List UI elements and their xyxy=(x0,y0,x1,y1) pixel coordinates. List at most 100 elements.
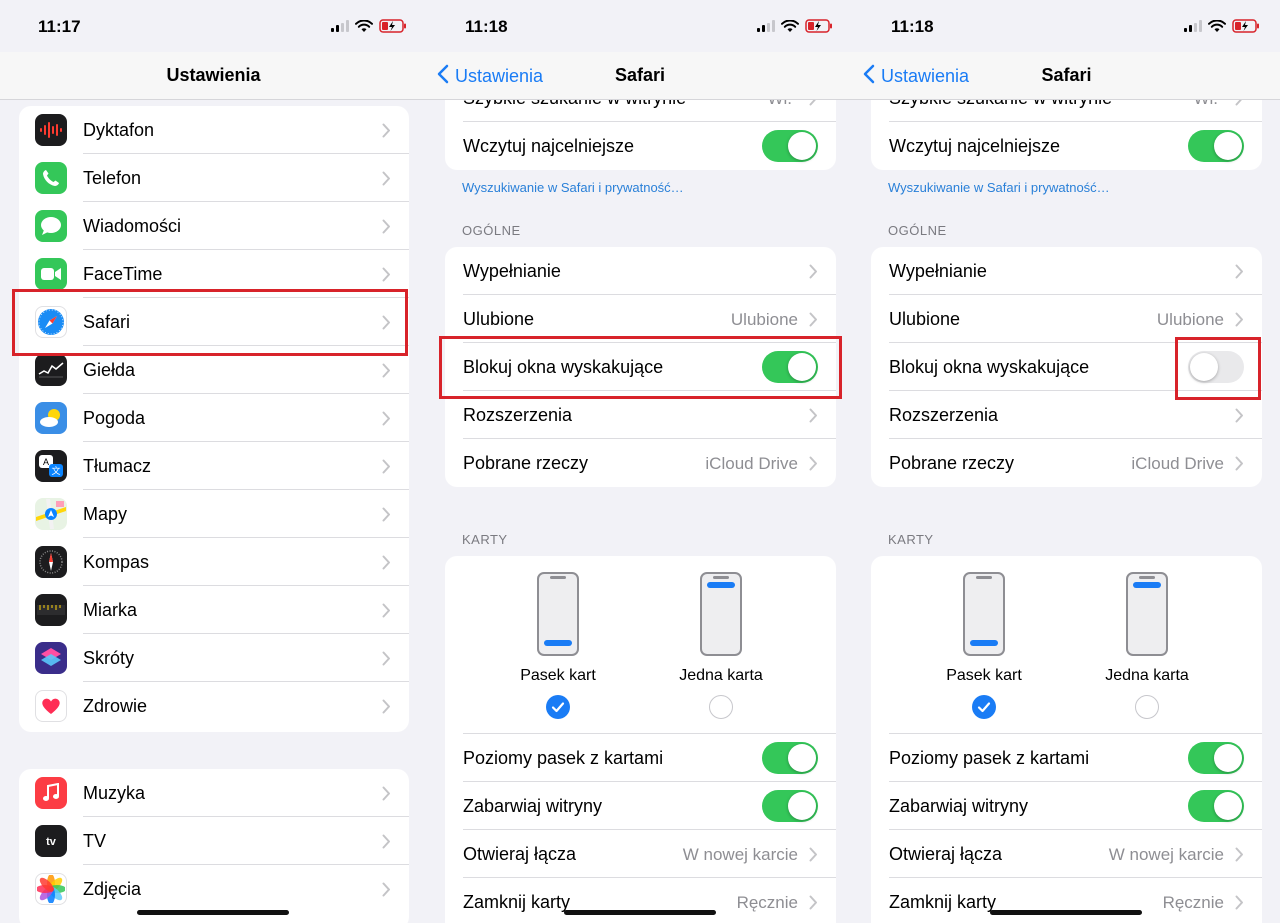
row-label: Wczytuj najcelniejsze xyxy=(889,136,1061,156)
settings-item-label: Telefon xyxy=(83,168,142,188)
tab-bar-radio[interactable] xyxy=(972,695,996,719)
settings-row-wypelnianie[interactable]: Wypełnianie xyxy=(871,247,1262,295)
settings-row-ulubione[interactable]: Ulubione Ulubione xyxy=(871,295,1262,343)
row-value: W nowej karcie xyxy=(1108,845,1224,864)
top-address-bar xyxy=(1133,582,1161,588)
single-tab-layout-phone-icon[interactable] xyxy=(700,572,742,656)
chevron-right-icon xyxy=(382,651,391,671)
toggle-knob xyxy=(1214,132,1242,160)
settings-item-mapy[interactable]: Mapy xyxy=(19,490,409,538)
chevron-right-icon xyxy=(382,267,391,287)
chevron-right-icon xyxy=(382,555,391,575)
poziomy-pasek-z-kartami-toggle[interactable] xyxy=(762,742,818,774)
settings-item-tlumacz[interactable]: A 文 Tłumacz xyxy=(19,442,409,490)
row-label: Zamknij karty xyxy=(463,892,571,912)
settings-row-zamknij-karty[interactable]: Zamknij karty Ręcznie xyxy=(871,878,1262,923)
chevron-right-icon xyxy=(382,882,391,902)
settings-row-poziomy-pasek-z-kartami: Poziomy pasek z kartami xyxy=(871,734,1262,782)
settings-item-kompas[interactable]: Kompas xyxy=(19,538,409,586)
settings-item-miarka[interactable]: Miarka xyxy=(19,586,409,634)
row-value: iCloud Drive xyxy=(1131,454,1224,473)
home-indicator xyxy=(990,910,1142,915)
single-tab-radio[interactable] xyxy=(709,695,733,719)
phone-icon xyxy=(35,162,67,194)
settings-item-telefon[interactable]: Telefon xyxy=(19,154,409,202)
settings-row-zamknij-karty[interactable]: Zamknij karty Ręcznie xyxy=(445,878,836,923)
settings-row-zabarwiaj-witryny: Zabarwiaj witryny xyxy=(445,782,836,830)
preload-top-hit-toggle[interactable] xyxy=(1188,130,1244,162)
stocks-icon xyxy=(35,354,67,386)
settings-item-pogoda[interactable]: Pogoda xyxy=(19,394,409,442)
settings-row-pobrane-rzeczy[interactable]: Pobrane rzeczy iCloud Drive xyxy=(445,439,836,487)
search-privacy-link[interactable]: Wyszukiwanie w Safari i prywatność… xyxy=(888,180,1110,195)
apps-list: Dyktafon Telefon Wiadomości FaceTime Safari G… xyxy=(19,106,409,732)
search-privacy-link[interactable]: Wyszukiwanie w Safari i prywatność… xyxy=(462,180,684,195)
chevron-right-icon xyxy=(382,123,391,143)
settings-row-otwieraj-lacza[interactable]: Otwieraj łącza W nowej karcie xyxy=(445,830,836,878)
nav-bar: Ustawienia Safari xyxy=(427,52,853,100)
settings-item-label: Tłumacz xyxy=(83,456,152,476)
tab-bar-option-label: Pasek kart xyxy=(946,667,1022,684)
zabarwiaj-witryny-toggle[interactable] xyxy=(1188,790,1244,822)
settings-row-pobrane-rzeczy[interactable]: Pobrane rzeczy iCloud Drive xyxy=(871,439,1262,487)
settings-item-wiadomosci[interactable]: Wiadomości xyxy=(19,202,409,250)
settings-item-muzyka[interactable]: Muzyka xyxy=(19,769,409,817)
section-header-general: OGÓLNE xyxy=(888,223,947,238)
toggle-knob xyxy=(788,792,816,820)
settings-item-skroty[interactable]: Skróty xyxy=(19,634,409,682)
maps-icon xyxy=(35,498,67,530)
zabarwiaj-witryny-toggle[interactable] xyxy=(762,790,818,822)
tv-icon: tv xyxy=(35,825,67,857)
single-tab-layout-phone-icon[interactable] xyxy=(1126,572,1168,656)
settings-item-label: Mapy xyxy=(83,504,128,524)
home-indicator xyxy=(137,910,289,915)
settings-item-dyktafon[interactable]: Dyktafon xyxy=(19,106,409,154)
settings-item-label: Miarka xyxy=(83,600,138,620)
cellular-signal-icon xyxy=(331,20,349,32)
chevron-right-icon xyxy=(382,834,391,854)
chevron-right-icon xyxy=(1235,264,1244,284)
poziomy-pasek-z-kartami-toggle[interactable] xyxy=(1188,742,1244,774)
preload-top-hit-row: Wczytuj najcelniejsze xyxy=(445,122,836,170)
shortcuts-icon xyxy=(35,642,67,674)
chevron-right-icon xyxy=(1235,408,1244,428)
settings-item-zdrowie[interactable]: Zdrowie xyxy=(19,682,409,730)
settings-row-wypelnianie[interactable]: Wypełnianie xyxy=(445,247,836,295)
settings-item-label: Skróty xyxy=(83,648,135,668)
music-icon xyxy=(35,777,67,809)
svg-text:A: A xyxy=(43,457,49,467)
settings-row-otwieraj-lacza[interactable]: Otwieraj łącza W nowej karcie xyxy=(871,830,1262,878)
wifi-icon xyxy=(1208,19,1226,32)
row-value: Ulubione xyxy=(1156,310,1224,329)
settings-item-label: Muzyka xyxy=(83,783,146,803)
battery-charging-icon xyxy=(379,19,406,33)
tab-bar-radio[interactable] xyxy=(546,695,570,719)
single-tab-radio[interactable] xyxy=(1135,695,1159,719)
chevron-right-icon xyxy=(382,507,391,527)
preload-top-hit-toggle[interactable] xyxy=(762,130,818,162)
settings-item-tv[interactable]: tv TV xyxy=(19,817,409,865)
toggle-knob xyxy=(788,132,816,160)
tab-bar-layout-phone-icon[interactable] xyxy=(963,572,1005,656)
row-value: Ręcznie xyxy=(1162,893,1224,912)
chevron-right-icon xyxy=(809,456,818,476)
row-value: Ulubione xyxy=(730,310,798,329)
phone-notch xyxy=(550,576,566,579)
row-label: Zamknij karty xyxy=(889,892,997,912)
toggle-knob xyxy=(1214,744,1242,772)
bottom-tab-bar xyxy=(544,640,572,646)
row-label: Otwieraj łącza xyxy=(889,844,1003,864)
phone-notch xyxy=(976,576,992,579)
row-label: Otwieraj łącza xyxy=(463,844,577,864)
safari-highlight xyxy=(12,289,408,356)
tab-bar-layout-phone-icon[interactable] xyxy=(537,572,579,656)
settings-item-zdjecia[interactable]: Zdjęcia xyxy=(19,865,409,913)
battery-charging-icon xyxy=(805,19,832,33)
block-popups-highlight xyxy=(1175,337,1261,400)
chevron-right-icon xyxy=(809,847,818,867)
status-time: 11:17 xyxy=(38,17,81,36)
row-label: Zabarwiaj witryny xyxy=(463,796,603,816)
settings-item-label: Giełda xyxy=(83,360,136,380)
section-header-general: OGÓLNE xyxy=(462,223,521,238)
top-address-bar xyxy=(707,582,735,588)
